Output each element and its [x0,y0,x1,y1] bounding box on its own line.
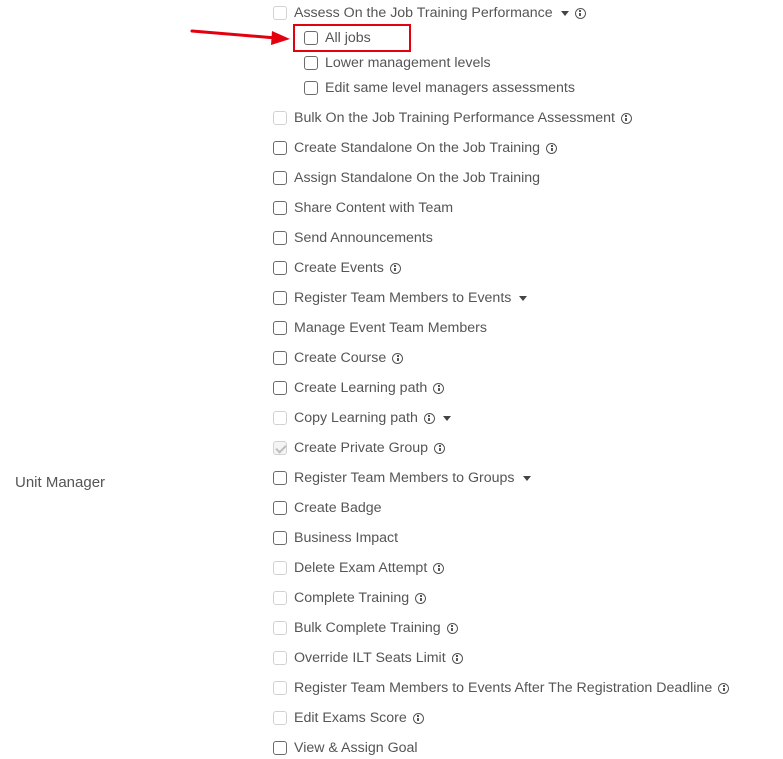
info-icon[interactable] [446,622,458,634]
permission-label: Create Private Group [294,440,429,456]
permission-label[interactable]: Create Badge [294,500,382,516]
permission-label: Edit Exams Score [294,710,407,726]
permission-label[interactable]: Create Learning path [294,380,427,396]
permission-label[interactable]: Lower management levels [325,55,491,71]
permission-bulk-complete-training: Bulk Complete Training [273,617,458,639]
permission-create-standalone-ojt: Create Standalone On the Job Training [273,137,558,159]
checkbox-complete-training [273,591,287,605]
arrow-icon [190,29,290,45]
permission-label: Delete Exam Attempt [294,560,428,576]
permission-label[interactable]: Business Impact [294,530,398,546]
permission-assess-ojt: Assess On the Job Training Performance [273,2,586,24]
permission-label[interactable]: Send Announcements [294,230,433,246]
permission-label: Complete Training [294,590,410,606]
info-icon[interactable] [434,442,446,454]
permission-label[interactable]: Register Team Members to Groups [294,470,515,486]
checkbox-create-learning-path[interactable] [273,381,287,395]
permission-create-learning-path: Create Learning path [273,377,445,399]
permission-register-events: Register Team Members to Events [273,287,528,309]
permission-label[interactable]: Manage Event Team Members [294,320,487,336]
checkbox-create-private-group [273,441,287,455]
permission-override-ilt-seats: Override ILT Seats Limit [273,647,463,669]
checkbox-create-badge[interactable] [273,501,287,515]
caret-down-icon[interactable] [522,475,531,481]
permission-copy-learning-path: Copy Learning path [273,407,451,429]
permission-bulk-ojt: Bulk On the Job Training Performance Ass… [273,107,632,129]
permission-edit-same-level: Edit same level managers assessments [304,77,575,99]
permission-edit-exams-score: Edit Exams Score [273,707,424,729]
caret-down-icon[interactable] [560,10,569,16]
permission-share-content: Share Content with Team [273,197,453,219]
checkbox-all-jobs[interactable] [304,31,318,45]
checkbox-assess-ojt [273,6,287,20]
info-icon[interactable] [451,652,463,664]
permission-lower-management: Lower management levels [304,52,491,74]
checkbox-register-after-deadline [273,681,287,695]
permission-create-course: Create Course [273,347,404,369]
permission-register-after-deadline: Register Team Members to Events After Th… [273,677,730,699]
permission-label[interactable]: Edit same level managers assessments [325,80,575,96]
checkbox-bulk-complete-training [273,621,287,635]
checkbox-lower-management[interactable] [304,56,318,70]
checkbox-create-events[interactable] [273,261,287,275]
permission-list: Assess On the Job Training Performance A… [273,0,773,757]
permission-create-private-group: Create Private Group [273,437,446,459]
checkbox-delete-exam-attempt [273,561,287,575]
checkbox-register-events[interactable] [273,291,287,305]
checkbox-edit-exams-score [273,711,287,725]
checkbox-assign-standalone-ojt[interactable] [273,171,287,185]
permission-label: Bulk Complete Training [294,620,441,636]
permission-label[interactable]: Create Course [294,350,386,366]
permission-view-assign-goal: View & Assign Goal [273,737,418,759]
checkbox-copy-learning-path [273,411,287,425]
permission-label[interactable]: Create Events [294,260,384,276]
permission-create-badge: Create Badge [273,497,382,519]
info-icon[interactable] [423,412,435,424]
permission-label[interactable]: Register Team Members to Events [294,290,511,306]
info-icon[interactable] [389,262,401,274]
info-icon[interactable] [433,562,445,574]
caret-down-icon[interactable] [442,415,451,421]
permission-label[interactable]: All jobs [325,30,371,46]
permission-label: Register Team Members to Events After Th… [294,680,713,696]
permission-manage-event-members: Manage Event Team Members [273,317,487,339]
permission-send-announcements: Send Announcements [273,227,433,249]
checkbox-business-impact[interactable] [273,531,287,545]
info-icon[interactable] [546,142,558,154]
info-icon[interactable] [620,112,632,124]
permission-label[interactable]: Assign Standalone On the Job Training [294,170,540,186]
permission-all-jobs: All jobs [304,27,371,49]
checkbox-manage-event-members[interactable] [273,321,287,335]
permission-label[interactable]: View & Assign Goal [294,740,418,756]
info-icon[interactable] [718,682,730,694]
info-icon[interactable] [412,712,424,724]
info-icon[interactable] [574,7,586,19]
permission-label: Override ILT Seats Limit [294,650,446,666]
checkbox-share-content[interactable] [273,201,287,215]
permission-business-impact: Business Impact [273,527,398,549]
info-icon[interactable] [433,382,445,394]
checkbox-create-standalone-ojt[interactable] [273,141,287,155]
info-icon[interactable] [392,352,404,364]
checkbox-create-course[interactable] [273,351,287,365]
permission-label[interactable]: Share Content with Team [294,200,453,216]
checkbox-view-assign-goal[interactable] [273,741,287,755]
permission-complete-training: Complete Training [273,587,427,609]
caret-down-icon[interactable] [519,295,528,301]
checkbox-send-announcements[interactable] [273,231,287,245]
role-label: Unit Manager [15,474,106,491]
info-icon[interactable] [415,592,427,604]
checkbox-bulk-ojt [273,111,287,125]
checkbox-register-groups[interactable] [273,471,287,485]
checkbox-edit-same-level[interactable] [304,81,318,95]
permission-label: Bulk On the Job Training Performance Ass… [294,110,615,126]
permission-register-groups: Register Team Members to Groups [273,467,531,489]
permission-label: Assess On the Job Training Performance [294,5,553,21]
permission-delete-exam-attempt: Delete Exam Attempt [273,557,445,579]
permission-label: Copy Learning path [294,410,418,426]
permission-assign-standalone-ojt: Assign Standalone On the Job Training [273,167,540,189]
checkbox-override-ilt-seats [273,651,287,665]
permission-label[interactable]: Create Standalone On the Job Training [294,140,540,156]
permission-create-events: Create Events [273,257,401,279]
